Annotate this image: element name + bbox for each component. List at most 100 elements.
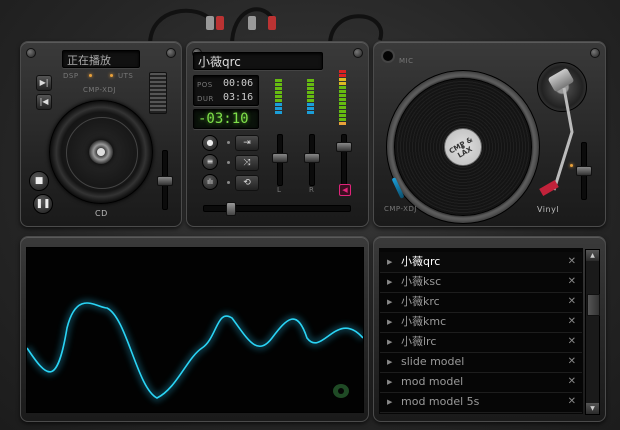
turntable-panel: MIC CMP & LAX CMP-XDJ Vinyl — [373, 41, 606, 227]
jog-wheel[interactable] — [49, 100, 153, 204]
grille — [149, 72, 167, 114]
remove-icon[interactable]: ✕ — [568, 352, 576, 372]
uts-label: UTS — [118, 72, 134, 80]
remaining-time: -03:10 — [198, 111, 249, 127]
visualizer-screen — [26, 247, 364, 413]
remove-icon[interactable]: ✕ — [568, 332, 576, 352]
deck-model-label: CMP-XDJ — [83, 86, 116, 94]
remove-icon[interactable]: ✕ — [568, 292, 576, 312]
visualizer-panel — [20, 236, 369, 422]
shuffle-button[interactable]: ⤨ — [235, 155, 259, 171]
scroll-down-icon[interactable]: ▼ — [586, 403, 599, 414]
list-item-title: 小薇lrc — [401, 335, 437, 348]
list-item[interactable]: ▶ 小薇krc ✕ — [380, 292, 582, 313]
pos-label: POS — [197, 81, 213, 89]
rca-plug — [248, 16, 256, 30]
record-button[interactable]: ● — [202, 135, 218, 151]
cd-label: CD — [95, 209, 108, 218]
level-meter-left — [275, 79, 282, 115]
logo-icon — [333, 384, 349, 398]
next-track-button[interactable]: ▶| — [36, 75, 52, 91]
remaining-display: -03:10 — [193, 109, 259, 129]
list-item[interactable]: ▶ 小薇lrc ✕ — [380, 332, 582, 353]
uts-led — [110, 74, 113, 77]
seek-bar[interactable] — [203, 202, 351, 216]
track-title: 小薇qrc — [198, 55, 241, 69]
master-meter — [339, 70, 346, 126]
channel-label-left: L — [277, 186, 282, 194]
dsp-led — [89, 74, 92, 77]
mixer-panel: 小薇qrc POS 00:06 DUR 03:16 -03:10 ● ≡ ılı… — [186, 41, 369, 227]
cd-deck-panel: 正在播放 DSP UTS CMP-XDJ ▶| |◀ ■ ❚❚ CD — [20, 41, 182, 227]
list-item-title: 小薇qrc — [401, 255, 441, 268]
dur-time: 03:16 — [223, 92, 254, 103]
list-item[interactable]: ▶ mod model ✕ — [380, 372, 582, 393]
list-item[interactable]: ▶ 小薇kmc ✕ — [380, 312, 582, 333]
mic-label: MIC — [399, 57, 414, 65]
remove-icon[interactable]: ✕ — [568, 312, 576, 332]
dsp-label: DSP — [63, 72, 79, 80]
rca-plug — [268, 16, 276, 30]
play-arrow-icon: ▶ — [387, 318, 393, 326]
play-arrow-icon: ▶ — [387, 338, 393, 346]
master-fader[interactable] — [336, 142, 352, 152]
rca-plug — [216, 16, 224, 30]
mic-jack — [381, 49, 395, 63]
status-display: 正在播放 — [62, 50, 140, 68]
playlist-scrollbar[interactable]: ▲ ▼ — [585, 249, 600, 415]
repeat-button[interactable]: ⟲ — [235, 175, 259, 191]
single-loop-button[interactable]: ⇥ — [235, 135, 259, 151]
channel-label-right: R — [309, 186, 315, 194]
cables — [148, 7, 384, 45]
screw-icon — [166, 48, 176, 58]
scroll-thumb[interactable] — [587, 294, 600, 316]
indicator-dot — [227, 181, 230, 184]
dur-label: DUR — [197, 95, 214, 103]
power-led — [570, 164, 573, 167]
channel-fader-right[interactable] — [304, 153, 320, 163]
list-item[interactable]: ▶ 小薇qrc ✕ — [380, 252, 582, 273]
tonearm[interactable] — [494, 72, 594, 202]
play-arrow-icon: ▶ — [387, 378, 393, 386]
screw-icon — [590, 48, 600, 58]
pos-time: 00:06 — [223, 78, 254, 89]
list-item-title: 小薇kmc — [401, 315, 447, 328]
play-arrow-icon: ▶ — [387, 358, 393, 366]
list-item[interactable]: ▶ 小薇ksc ✕ — [380, 272, 582, 293]
list-item-title: mod model 5s — [401, 395, 480, 408]
play-arrow-icon: ▶ — [387, 278, 393, 286]
spectrum-button[interactable]: ılı — [202, 174, 218, 190]
list-item[interactable]: ▶ slide model ✕ — [380, 352, 582, 373]
equalizer-button[interactable]: ≡ — [202, 154, 218, 170]
pause-button[interactable]: ❚❚ — [33, 194, 53, 214]
play-arrow-icon: ▶ — [387, 298, 393, 306]
list-item-title: slide model — [401, 355, 465, 368]
track-title-display: 小薇qrc — [193, 52, 323, 70]
screw-icon — [26, 48, 36, 58]
turntable-pitch-fader[interactable] — [576, 166, 592, 176]
jog-center-icon — [89, 140, 113, 164]
waveform — [27, 299, 363, 403]
list-item-title: 小薇krc — [401, 295, 440, 308]
pitch-fader[interactable] — [157, 176, 173, 186]
channel-fader-left[interactable] — [272, 153, 288, 163]
record-label-text: CMP & LAX — [447, 135, 475, 160]
remove-icon[interactable]: ✕ — [568, 392, 576, 412]
list-item-title: 小薇ksc — [401, 275, 442, 288]
seek-handle[interactable] — [226, 202, 236, 216]
remove-icon[interactable]: ✕ — [568, 372, 576, 392]
turntable-model-label: CMP-XDJ — [384, 205, 417, 213]
list-item-title: mod model — [401, 375, 464, 388]
vinyl-label: Vinyl — [537, 205, 560, 214]
play-arrow-icon: ▶ — [387, 258, 393, 266]
stop-button[interactable]: ■ — [29, 171, 49, 191]
screw-icon — [353, 48, 363, 58]
prev-track-button[interactable]: |◀ — [36, 94, 52, 110]
remove-icon[interactable]: ✕ — [568, 272, 576, 292]
play-arrow-icon: ▶ — [387, 398, 393, 406]
indicator-dot — [227, 141, 230, 144]
scroll-up-icon[interactable]: ▲ — [586, 250, 599, 261]
list-item[interactable]: ▶ mod model 5s ✕ — [380, 392, 582, 413]
mute-icon[interactable]: ◀ — [339, 184, 351, 196]
remove-icon[interactable]: ✕ — [568, 252, 576, 272]
